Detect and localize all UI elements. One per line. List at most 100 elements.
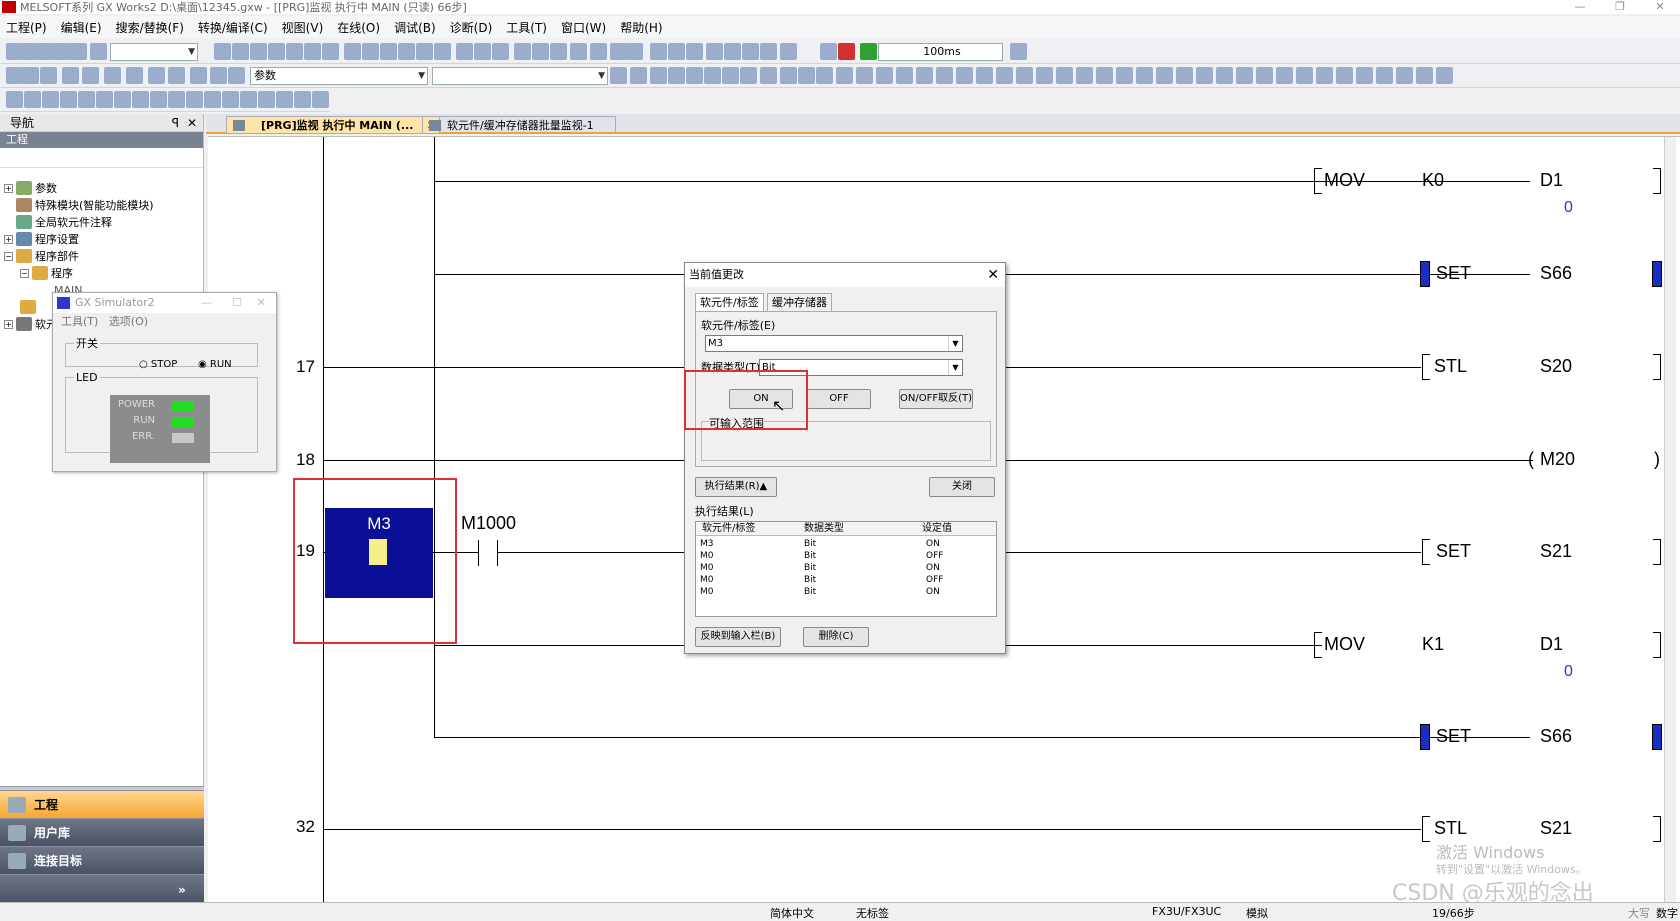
toolbar-button-icon[interactable] xyxy=(996,67,1013,84)
toolbar-button-icon[interactable] xyxy=(38,43,55,60)
toolbar-button-icon[interactable] xyxy=(1196,67,1213,84)
toolbar-button-icon[interactable] xyxy=(856,67,873,84)
toolbar-button-icon[interactable] xyxy=(232,43,249,60)
toolbar-button-icon[interactable] xyxy=(936,67,953,84)
close-icon[interactable]: ✕ xyxy=(187,114,197,132)
toolbar-button-icon[interactable] xyxy=(742,43,759,60)
toolbar-button-icon[interactable] xyxy=(722,67,739,84)
toolbar-button-icon[interactable] xyxy=(22,43,39,60)
chevron-down-icon[interactable]: ▼ xyxy=(948,360,962,375)
stop-radio[interactable]: ○ STOP xyxy=(139,359,177,370)
exec-result-button[interactable]: 执行结果(R)▲ xyxy=(695,477,777,497)
contact-m1000[interactable] xyxy=(478,540,498,566)
toolbar-button-icon[interactable] xyxy=(1136,67,1153,84)
toolbar-button-icon[interactable] xyxy=(82,67,99,84)
chevron-down-icon[interactable]: ▼ xyxy=(948,336,962,351)
toolbar-button-icon[interactable] xyxy=(816,67,833,84)
toolbar-button-icon[interactable] xyxy=(798,67,815,84)
expand-icon[interactable]: + xyxy=(4,234,13,244)
close-icon[interactable]: ✕ xyxy=(257,293,266,313)
toolbar-button-icon[interactable] xyxy=(70,43,87,60)
toolbar-button-icon[interactable] xyxy=(322,43,339,60)
toolbar-button-icon[interactable] xyxy=(90,43,107,60)
delete-button[interactable]: 删除(C) xyxy=(803,627,869,647)
close-icon[interactable]: ✕ xyxy=(987,263,999,287)
toolbar-button-icon[interactable] xyxy=(896,67,913,84)
param-combo[interactable]: 参数 ▼ xyxy=(250,67,428,85)
toolbar-button-icon[interactable] xyxy=(210,67,227,84)
toolbar-button-icon[interactable] xyxy=(760,43,777,60)
tree-program-parts[interactable]: − 程序部件 xyxy=(4,248,79,264)
stop-icon[interactable] xyxy=(838,43,855,60)
toolbar-button-icon[interactable] xyxy=(416,43,433,60)
menu-diagnostics[interactable]: 诊断(D) xyxy=(450,19,493,36)
toolbar-button-icon[interactable] xyxy=(6,91,23,108)
toolbar-button-icon[interactable] xyxy=(820,43,837,60)
toolbar-button-icon[interactable] xyxy=(1356,67,1373,84)
toolbar-button-icon[interactable] xyxy=(294,91,311,108)
toolbar-button-icon[interactable] xyxy=(1336,67,1353,84)
toolbar-button-icon[interactable] xyxy=(6,43,23,60)
toolbar-button-icon[interactable] xyxy=(570,43,587,60)
toolbar-button-icon[interactable] xyxy=(62,67,79,84)
toolbar-button-icon[interactable] xyxy=(362,43,379,60)
run-icon[interactable] xyxy=(860,43,877,60)
tree-device[interactable]: + 软元 xyxy=(4,316,57,332)
toolbar-button-icon[interactable] xyxy=(104,67,121,84)
menu-view[interactable]: 视图(V) xyxy=(282,19,324,36)
toolbar-button-icon[interactable] xyxy=(268,43,285,60)
toolbar-button-icon[interactable] xyxy=(6,67,23,84)
toolbar-button-icon[interactable] xyxy=(168,91,185,108)
toolbar-button-icon[interactable] xyxy=(630,67,647,84)
toolbar-button-icon[interactable] xyxy=(40,67,57,84)
toolbar-button-icon[interactable] xyxy=(204,91,221,108)
toolbar-button-icon[interactable] xyxy=(276,91,293,108)
tab-batch-monitor[interactable]: 软元件/缓冲存储器批量监视-1 (... xyxy=(422,116,616,150)
toolbar-button-icon[interactable] xyxy=(1116,67,1133,84)
nav-more-button[interactable]: » xyxy=(0,874,204,904)
toolbar-button-icon[interactable] xyxy=(1416,67,1433,84)
tree-special-module[interactable]: 特殊模块(智能功能模块) xyxy=(16,197,154,213)
close-button[interactable]: 关闭 xyxy=(929,477,995,497)
toolbar-button-icon[interactable] xyxy=(148,67,165,84)
menu-debug[interactable]: 调试(B) xyxy=(394,19,436,36)
toolbar-button-icon[interactable] xyxy=(250,43,267,60)
toolbar-button-icon[interactable] xyxy=(760,67,777,84)
toolbar-button-icon[interactable] xyxy=(780,43,797,60)
nav-library-button[interactable]: 用户库 xyxy=(0,818,204,846)
collapse-icon[interactable]: − xyxy=(20,268,29,278)
toolbar-button-icon[interactable] xyxy=(492,43,509,60)
off-button[interactable]: OFF xyxy=(807,389,871,409)
toolbar-button-icon[interactable] xyxy=(132,91,149,108)
toolbar-button-icon[interactable] xyxy=(126,67,143,84)
toolbar-button-icon[interactable] xyxy=(258,91,275,108)
tree-program[interactable]: − 程序 xyxy=(20,265,73,281)
toolbar-button-icon[interactable] xyxy=(474,43,491,60)
tab-buffer-memory[interactable]: 缓冲存储器 xyxy=(767,293,832,311)
toolbar-button-icon[interactable] xyxy=(1036,67,1053,84)
toolbar-combo-1[interactable]: ▼ xyxy=(110,43,198,61)
toolbar-button-icon[interactable] xyxy=(1216,67,1233,84)
vertical-scrollbar[interactable] xyxy=(1664,137,1676,903)
minimize-button[interactable]: — xyxy=(1560,0,1600,13)
nav-project-button[interactable]: 工程 xyxy=(0,790,204,818)
toolbar-button-icon[interactable] xyxy=(1096,67,1113,84)
toolbar-button-icon[interactable] xyxy=(190,67,207,84)
toolbar-button-icon[interactable] xyxy=(78,91,95,108)
collapse-icon[interactable]: − xyxy=(4,251,13,261)
reflect-button[interactable]: 反映到输入栏(B) xyxy=(695,627,781,647)
toolbar-button-icon[interactable] xyxy=(590,43,607,60)
toolbar-button-icon[interactable] xyxy=(168,67,185,84)
menu-project[interactable]: 工程(P) xyxy=(6,19,47,36)
toolbar-button-icon[interactable] xyxy=(1296,67,1313,84)
minimize-icon[interactable]: — xyxy=(201,293,212,313)
menu-window[interactable]: 窗口(W) xyxy=(561,19,606,36)
toolbar-button-icon[interactable] xyxy=(344,43,361,60)
toolbar-button-icon[interactable] xyxy=(626,43,643,60)
toolbar-combo-3[interactable]: ▼ xyxy=(432,67,608,85)
menu-help[interactable]: 帮助(H) xyxy=(620,19,662,36)
run-radio[interactable]: ◉ RUN xyxy=(198,359,232,370)
toolbar-button-icon[interactable] xyxy=(1376,67,1393,84)
toolbar-button-icon[interactable] xyxy=(1436,67,1453,84)
toolbar-button-icon[interactable] xyxy=(222,91,239,108)
